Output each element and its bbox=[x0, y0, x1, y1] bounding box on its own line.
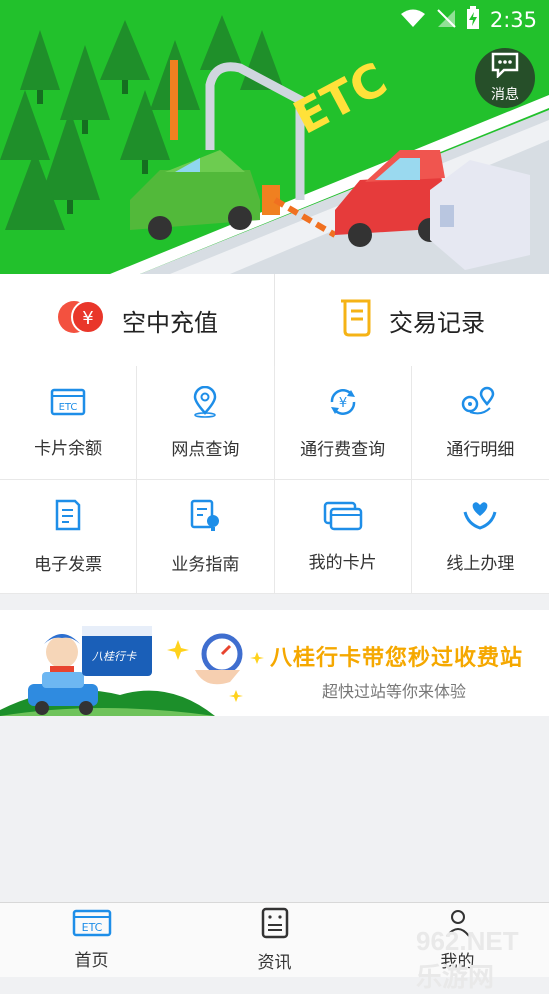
air-topup-label: 空中充值 bbox=[122, 308, 218, 337]
cards-icon bbox=[323, 501, 363, 536]
grid-item-label: 业务指南 bbox=[171, 554, 240, 575]
message-button[interactable]: 消息 bbox=[475, 48, 535, 108]
grid-item-label: 电子发票 bbox=[34, 554, 103, 575]
invoice-icon bbox=[53, 499, 83, 538]
grid-item-service-guide[interactable]: 业务指南 bbox=[137, 480, 275, 594]
transaction-records-label: 交易记录 bbox=[389, 308, 485, 337]
grid-item-e-invoice[interactable]: 电子发票 bbox=[0, 480, 138, 594]
status-time: 2:35 bbox=[489, 8, 537, 32]
svg-text:¥: ¥ bbox=[82, 308, 93, 329]
hands-heart-icon bbox=[462, 500, 498, 537]
grid-item-label: 通行明细 bbox=[446, 439, 515, 460]
route-icon bbox=[460, 386, 500, 423]
grid-item-label: 通行费查询 bbox=[300, 439, 386, 460]
watermark: 962.NET 乐游网 bbox=[416, 926, 519, 992]
grid-item-label: 网点查询 bbox=[171, 439, 240, 460]
tab-home[interactable]: ETC 首页 bbox=[0, 903, 183, 977]
battery-charging-icon bbox=[466, 5, 480, 35]
etc-toll-illustration: ETC bbox=[0, 0, 549, 274]
grid-item-toll-query[interactable]: ¥ 通行费查询 bbox=[274, 366, 412, 480]
grid-item-label: 我的卡片 bbox=[308, 552, 377, 573]
wifi-icon bbox=[400, 8, 426, 33]
service-grid: ETC 卡片余额 网点查询 ¥ 通行费查询 通行明细 电子发票 业务指南 我的卡… bbox=[0, 366, 549, 594]
location-pin-icon bbox=[190, 385, 220, 423]
svg-text:ETC: ETC bbox=[81, 921, 102, 934]
svg-text:ETC: ETC bbox=[59, 402, 78, 413]
transaction-records-button[interactable]: 交易记录 bbox=[274, 274, 549, 366]
guide-icon bbox=[189, 499, 221, 538]
grid-item-label: 线上办理 bbox=[446, 553, 515, 574]
signal-icon bbox=[436, 8, 456, 33]
tab-news[interactable]: 资讯 bbox=[183, 903, 366, 977]
grid-item-card-balance[interactable]: ETC 卡片余额 bbox=[0, 366, 138, 480]
etc-card-icon: ETC bbox=[50, 387, 86, 422]
etc-icon: ETC bbox=[72, 909, 112, 942]
message-label: 消息 bbox=[491, 87, 519, 103]
grid-item-online-service[interactable]: 线上办理 bbox=[411, 480, 549, 594]
news-icon bbox=[260, 907, 290, 944]
grid-item-label: 卡片余额 bbox=[34, 438, 103, 459]
air-topup-button[interactable]: ¥ 空中充值 bbox=[0, 274, 274, 366]
tab-label: 首页 bbox=[74, 951, 109, 971]
banner[interactable]: ETC bbox=[0, 0, 549, 274]
grid-item-trip-details[interactable]: 通行明细 bbox=[411, 366, 549, 480]
tab-label: 资讯 bbox=[257, 953, 292, 973]
yuan-refresh-icon: ¥ bbox=[327, 386, 359, 423]
receipt-icon bbox=[339, 297, 375, 343]
grid-item-my-cards[interactable]: 我的卡片 bbox=[274, 480, 412, 594]
status-bar: 2:35 bbox=[0, 0, 549, 40]
chat-bubble-icon bbox=[490, 52, 520, 82]
grid-item-outlet-search[interactable]: 网点查询 bbox=[137, 366, 275, 480]
quick-actions: ¥ 空中充值 交易记录 bbox=[0, 274, 549, 367]
promo-subtitle: 超快过站等你来体验 bbox=[322, 682, 467, 701]
promo-card-text: 八桂行卡 bbox=[92, 650, 137, 663]
svg-text:¥: ¥ bbox=[338, 396, 346, 411]
promo-title: 八桂行卡带您秒过收费站 bbox=[270, 646, 524, 671]
coin-icon: ¥ bbox=[56, 297, 108, 343]
